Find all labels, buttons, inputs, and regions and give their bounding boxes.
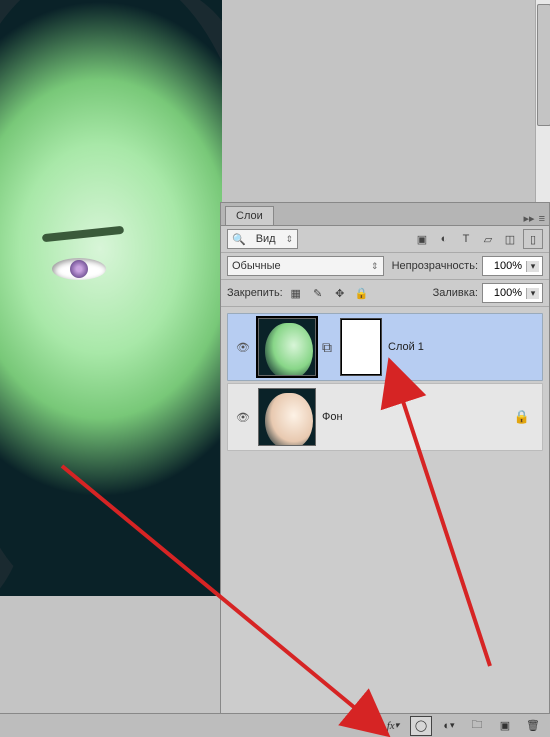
layer-mask-thumbnail[interactable]	[340, 318, 382, 376]
layer-thumbnail[interactable]	[258, 318, 316, 376]
vertical-scrollbar[interactable]	[535, 0, 550, 202]
lock-row: Закрепить: ▦ ✎ ✥ 🔒 Заливка: ▾	[221, 280, 549, 307]
lock-indicator-icon: 🔒	[514, 409, 536, 425]
lock-label: Закрепить:	[227, 287, 283, 299]
smartobject-filter-icon[interactable]: ◫	[501, 230, 519, 248]
search-icon: 🔍	[232, 233, 246, 246]
document-canvas[interactable]	[0, 0, 222, 596]
lock-all-icon[interactable]: 🔒	[353, 284, 371, 302]
link-layers-icon[interactable]: ⚯	[354, 716, 376, 736]
lock-transparency-icon[interactable]: ▦	[287, 284, 305, 302]
fill-field[interactable]: ▾	[482, 283, 543, 303]
adjustment-filter-icon[interactable]: ◐	[435, 230, 453, 248]
fill-label: Заливка:	[433, 287, 478, 299]
image-filter-icon[interactable]: ▣	[413, 230, 431, 248]
fill-input[interactable]	[486, 286, 524, 300]
opacity-label: Непрозрачность:	[392, 260, 478, 272]
panel-tabs: Слои ▸▸ ≡	[221, 203, 549, 226]
layer-name[interactable]: Фон	[322, 411, 343, 423]
layers-list: 👁 ⧉ Слой 1 👁 Фон 🔒	[221, 307, 549, 457]
visibility-toggle[interactable]: 👁	[234, 408, 252, 426]
filter-kind-label: Вид	[256, 233, 276, 245]
new-layer-icon[interactable]: ▣	[494, 716, 516, 736]
delete-icon[interactable]: 🗑	[522, 716, 544, 736]
blend-row: Обычные ⇕ Непрозрачность: ▾	[221, 253, 549, 280]
panel-menu-icon[interactable]: ≡	[539, 213, 545, 225]
visibility-toggle[interactable]: 👁	[234, 338, 252, 356]
blend-mode-select[interactable]: Обычные ⇕	[227, 256, 384, 276]
fill-dropdown-icon[interactable]: ▾	[526, 288, 539, 299]
layer-row[interactable]: 👁 ⧉ Слой 1	[227, 313, 543, 381]
layer-row[interactable]: 👁 Фон 🔒	[227, 383, 543, 451]
filter-kind-select[interactable]: 🔍 Вид ⇕	[227, 229, 298, 249]
filter-switch-icon[interactable]: ▯	[523, 229, 543, 249]
mask-link-icon[interactable]: ⧉	[322, 339, 334, 356]
scrollbar-thumb[interactable]	[537, 4, 550, 126]
layer-thumbnail[interactable]	[258, 388, 316, 446]
layer-name[interactable]: Слой 1	[388, 341, 424, 353]
add-mask-icon[interactable]: ◯	[410, 716, 432, 736]
lock-position-icon[interactable]: ✥	[331, 284, 349, 302]
layer-filter-row: 🔍 Вид ⇕ ▣ ◐ T ▱ ◫ ▯	[221, 226, 549, 253]
collapse-icon[interactable]: ▸▸	[524, 212, 535, 225]
lock-pixels-icon[interactable]: ✎	[309, 284, 327, 302]
text-filter-icon[interactable]: T	[457, 230, 475, 248]
group-icon[interactable]: 🗀	[466, 716, 488, 736]
opacity-field[interactable]: ▾	[482, 256, 543, 276]
blend-mode-value: Обычные	[232, 260, 281, 272]
layers-bottom-toolbar: ⚯ fx▾ ◯ ◐▾ 🗀 ▣ 🗑	[0, 713, 550, 737]
fx-icon[interactable]: fx▾	[382, 716, 404, 736]
opacity-dropdown-icon[interactable]: ▾	[526, 261, 539, 272]
opacity-input[interactable]	[486, 259, 524, 273]
shape-filter-icon[interactable]: ▱	[479, 230, 497, 248]
tab-layers[interactable]: Слои	[225, 206, 274, 225]
layers-panel: Слои ▸▸ ≡ 🔍 Вид ⇕ ▣ ◐ T ▱ ◫ ▯ Обычные ⇕ …	[220, 202, 550, 737]
adjustment-layer-icon[interactable]: ◐▾	[438, 716, 460, 736]
